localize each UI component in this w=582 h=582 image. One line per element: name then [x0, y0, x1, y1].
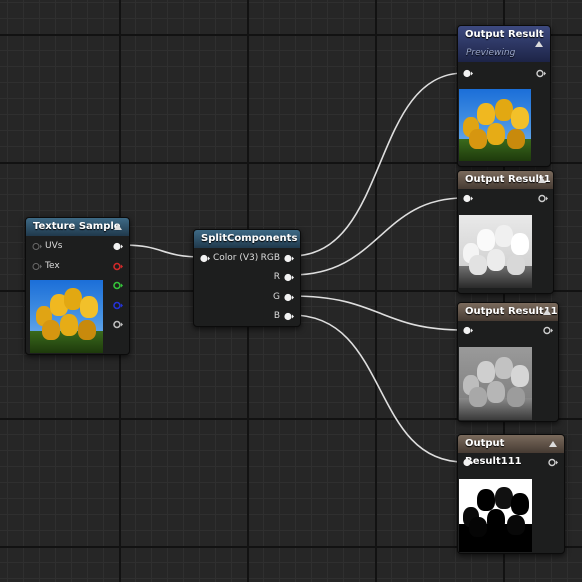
- output-input-pin-icon[interactable]: [462, 68, 473, 79]
- output-result1-node[interactable]: Output Result1: [457, 170, 554, 294]
- color-input-label: Color (V3): [213, 253, 259, 263]
- split-g-pin-icon[interactable]: [283, 292, 294, 303]
- output-result11-header[interactable]: Output Result11: [458, 303, 558, 321]
- g-output-label: G: [273, 292, 280, 302]
- wire-rgb-to-output: [291, 72, 465, 257]
- wire-b-to-output111: [291, 314, 465, 463]
- collapse-arrow-icon[interactable]: [114, 224, 122, 230]
- split-components-header[interactable]: SplitComponents: [194, 230, 300, 248]
- output-result111-preview-image: [459, 479, 532, 552]
- split-b-pin-icon[interactable]: [283, 311, 294, 322]
- rgb-output-label: RGB: [260, 253, 280, 263]
- r-output-label: R: [273, 272, 280, 282]
- texture-sample-header[interactable]: Texture Sample: [26, 218, 129, 236]
- a-output-pin-icon[interactable]: [112, 319, 123, 330]
- output-result111-node[interactable]: Output Result111: [457, 434, 565, 554]
- output-result111-header[interactable]: Output Result111: [458, 435, 564, 467]
- output-result-node[interactable]: Output Result Previewing: [457, 25, 551, 167]
- uvs-input-pin-icon[interactable]: [31, 241, 42, 252]
- output-result1-header[interactable]: Output Result1: [458, 171, 553, 189]
- tex-input-label: Tex: [45, 261, 60, 271]
- collapse-arrow-icon[interactable]: [543, 309, 551, 315]
- split-components-title: SplitComponents: [201, 233, 298, 244]
- wire-g-to-output11: [291, 295, 465, 331]
- wire-texture-to-split: [121, 244, 203, 258]
- output1-exec-pin-icon[interactable]: [537, 193, 548, 204]
- output11-exec-pin-icon[interactable]: [542, 325, 553, 336]
- r-output-pin-icon[interactable]: [112, 261, 123, 272]
- collapse-arrow-icon[interactable]: [538, 177, 546, 183]
- b-output-label: B: [273, 311, 280, 321]
- output111-exec-pin-icon[interactable]: [547, 457, 558, 468]
- output-result-title: Output Result: [465, 29, 544, 40]
- previewing-label: Previewing: [466, 48, 516, 58]
- uvs-input-label: UVs: [45, 241, 63, 251]
- output-result-header[interactable]: Output Result Previewing: [458, 26, 550, 62]
- collapse-arrow-icon[interactable]: [549, 441, 557, 447]
- output1-input-pin-icon[interactable]: [462, 193, 473, 204]
- rgb-output-pin-icon[interactable]: [112, 241, 123, 252]
- wire-r-to-output1: [291, 197, 465, 276]
- split-rgb-pin-icon[interactable]: [283, 253, 294, 264]
- b-output-pin-icon[interactable]: [112, 300, 123, 311]
- g-output-pin-icon[interactable]: [112, 280, 123, 291]
- tex-input-pin-icon[interactable]: [31, 261, 42, 272]
- output11-input-pin-icon[interactable]: [462, 325, 473, 336]
- collapse-arrow-icon[interactable]: [535, 41, 543, 47]
- output111-input-pin-icon[interactable]: [462, 457, 473, 468]
- output-result11-node[interactable]: Output Result11: [457, 302, 559, 422]
- split-components-node[interactable]: SplitComponents Color (V3) RGB R G B: [193, 229, 301, 327]
- output-result11-preview-image: [459, 347, 532, 420]
- texture-preview-image: [30, 280, 103, 353]
- output-result111-title: Output Result111: [465, 438, 522, 467]
- color-input-pin-icon[interactable]: [199, 253, 210, 264]
- texture-sample-node[interactable]: Texture Sample UVs Tex: [25, 217, 130, 355]
- split-r-pin-icon[interactable]: [283, 272, 294, 283]
- output-result-preview-image: [459, 89, 531, 161]
- texture-sample-title: Texture Sample: [33, 221, 121, 232]
- output-result1-preview-image: [459, 215, 532, 288]
- output-exec-pin-icon[interactable]: [535, 68, 546, 79]
